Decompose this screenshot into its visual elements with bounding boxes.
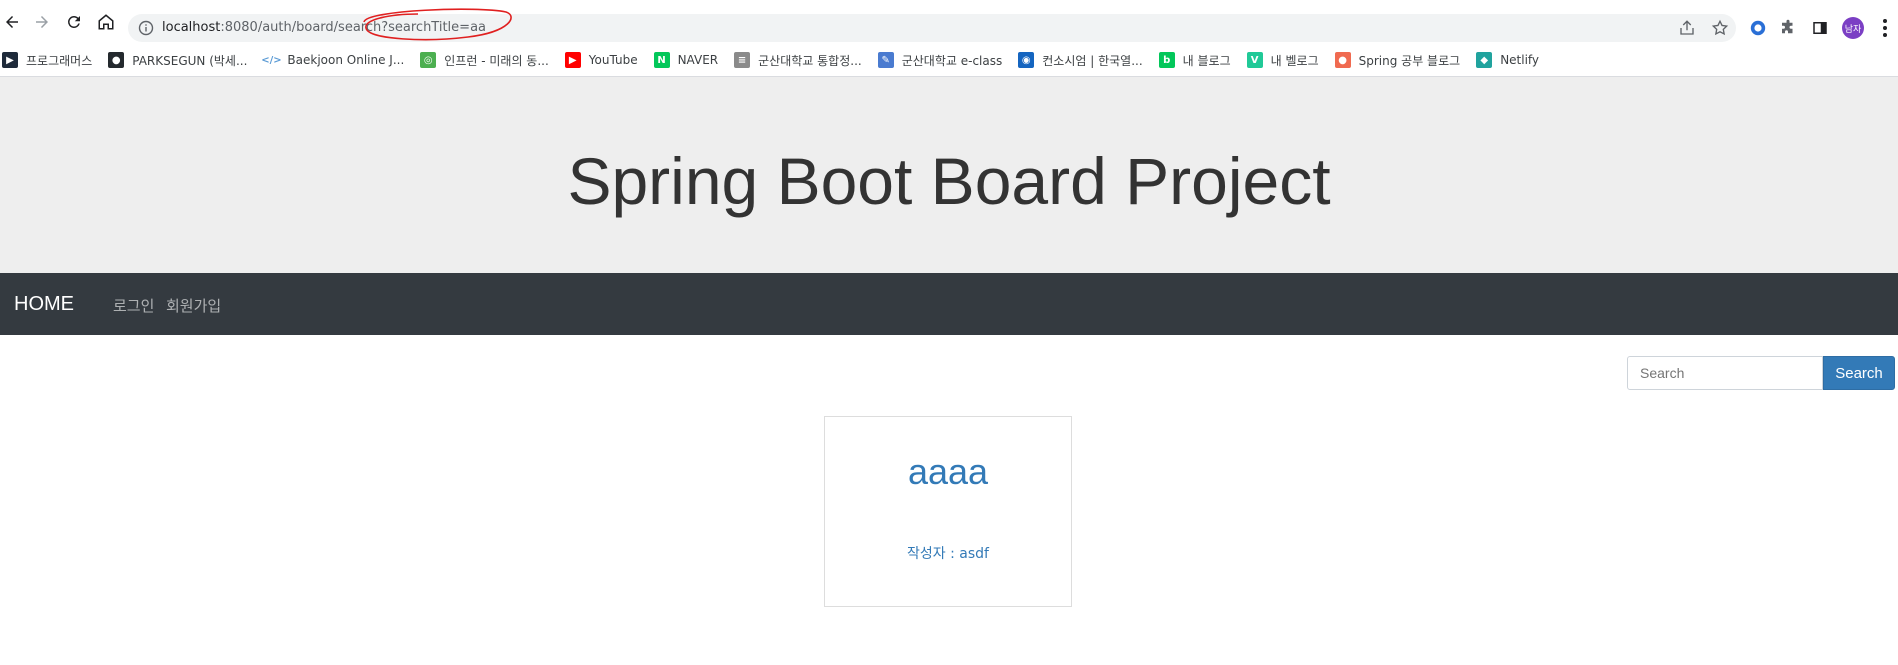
eclass-icon: ✎ [877, 52, 894, 68]
youtube-icon: ▶ [564, 52, 581, 68]
page-title: Spring Boot Board Project [567, 144, 1331, 218]
extensions-puzzle-icon[interactable] [1778, 18, 1798, 38]
reload-icon[interactable] [64, 12, 84, 32]
profile-avatar[interactable]: 남자 [1842, 17, 1864, 39]
bookmark-item[interactable]: ▶ 프로그래머스 [2, 52, 92, 69]
bookmark-item[interactable]: ◎ 인프런 - 미래의 동... [420, 52, 549, 69]
bookmark-item[interactable]: V 내 벨로그 [1246, 52, 1319, 69]
menu-kebab-icon[interactable] [1880, 17, 1890, 39]
bookmark-item[interactable]: ● PARKSEGUN (박세... [108, 52, 247, 69]
bookmark-item[interactable]: ● Spring 공부 블로그 [1334, 52, 1461, 69]
url-host: localhost [162, 20, 221, 35]
browser-toolbar: localhost:8080/auth/board/search?searchT… [0, 0, 1898, 42]
bookmark-label: NAVER [677, 53, 719, 67]
bookmark-label: YouTube [588, 53, 638, 67]
nav-home-link[interactable]: HOME [14, 293, 74, 316]
bookmark-item[interactable]: ◉ 컨소시엄 | 한국열... [1018, 52, 1143, 69]
bookmark-label: PARKSEGUN (박세... [132, 53, 248, 68]
bookmark-item[interactable]: ▶ YouTube [564, 52, 638, 68]
blog-icon: b [1158, 52, 1175, 68]
bookmark-label: 군산대학교 e-class [901, 53, 1003, 68]
bookmark-label: 프로그래머스 [26, 53, 93, 68]
bookmark-label: Netlify [1500, 53, 1540, 67]
bookmark-label: 내 벨로그 [1270, 53, 1319, 68]
bookmark-label: 내 블로그 [1182, 53, 1231, 68]
board-card[interactable]: aaaa 작성자 : asdf [824, 416, 1072, 607]
bookmark-item[interactable]: N NAVER [653, 52, 719, 68]
bookmark-label: Baekjoon Online J... [287, 53, 405, 67]
board-author: 작성자 : asdf [907, 546, 989, 562]
bookmark-item[interactable]: ◆ Netlify [1476, 52, 1539, 68]
edge-extension-icon[interactable] [1748, 18, 1768, 38]
bookmark-label: 인프런 - 미래의 동... [444, 53, 549, 68]
bookmark-star-icon[interactable] [1711, 19, 1729, 37]
search-button[interactable]: Search [1823, 356, 1895, 390]
bookmark-item[interactable]: </> Baekjoon Online J... [261, 52, 405, 68]
bookmark-item[interactable]: ≡ 군산대학교 통합정... [734, 52, 862, 69]
bookmark-label: 컨소시엄 | 한국열... [1042, 53, 1143, 68]
annotation-circle [363, 8, 512, 41]
main-navbar: HOME 로그인 회원가입 [0, 273, 1898, 335]
home-icon[interactable] [96, 12, 116, 32]
forward-arrow-icon[interactable] [32, 12, 52, 32]
nav-login-link[interactable]: 로그인 [113, 295, 154, 316]
board-title[interactable]: aaaa [825, 451, 1071, 493]
site-info-icon[interactable] [138, 20, 154, 36]
nav-signup-link[interactable]: 회원가입 [166, 295, 221, 316]
naver-icon: N [653, 52, 670, 68]
code-icon: </> [261, 54, 282, 66]
search-input[interactable] [1627, 356, 1823, 390]
bookmark-label: Spring 공부 블로그 [1358, 53, 1461, 68]
share-icon[interactable] [1678, 19, 1696, 37]
github-icon: ● [108, 52, 125, 68]
consortium-icon: ◉ [1018, 52, 1035, 68]
bookmark-item[interactable]: b 내 블로그 [1158, 52, 1231, 69]
bookmark-label: 군산대학교 통합정... [758, 53, 862, 68]
bookmark-item[interactable]: ✎ 군산대학교 e-class [877, 52, 1003, 69]
spring-blog-icon: ● [1334, 52, 1351, 68]
netlify-icon: ◆ [1476, 52, 1493, 68]
bookmarks-bar: ▶ 프로그래머스 ● PARKSEGUN (박세... </> Baekjoon Onli… [0, 47, 1898, 73]
kunsan-univ-icon: ≡ [734, 52, 751, 68]
side-panel-icon[interactable] [1810, 18, 1830, 38]
back-arrow-icon[interactable] [2, 12, 22, 32]
jumbotron: Spring Boot Board Project [0, 77, 1898, 273]
velog-icon: V [1246, 52, 1263, 68]
inflearn-icon: ◎ [420, 52, 437, 68]
programmers-icon: ▶ [2, 52, 18, 68]
